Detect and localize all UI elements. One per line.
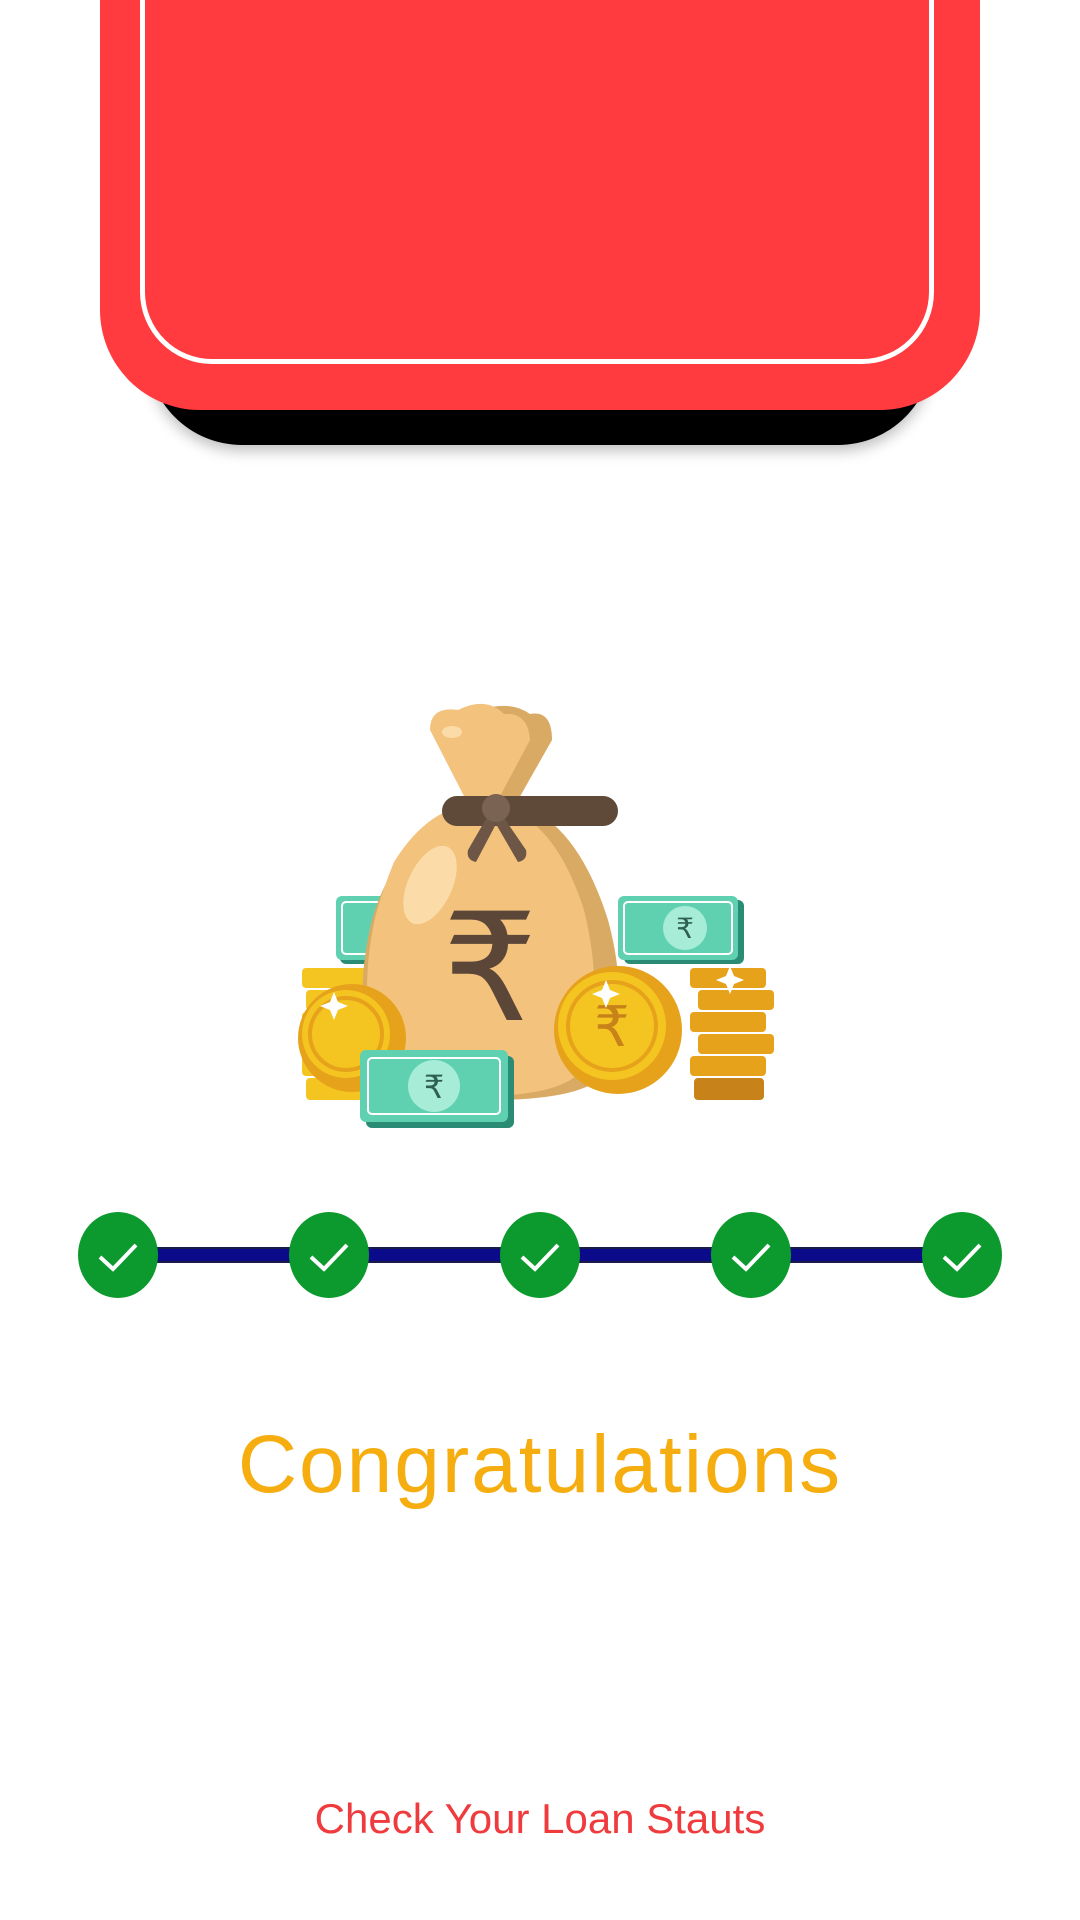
check-icon xyxy=(78,1212,158,1298)
congratulations-title: Congratulations xyxy=(237,1419,843,1510)
check-icon xyxy=(711,1212,791,1298)
svg-text:₹: ₹ xyxy=(424,1068,444,1106)
check-icon xyxy=(500,1212,580,1298)
header-card xyxy=(100,0,980,410)
coin-right: ₹ xyxy=(554,966,682,1094)
svg-text:₹: ₹ xyxy=(442,882,537,1056)
svg-text:₹: ₹ xyxy=(594,995,630,1060)
check-icon xyxy=(289,1212,369,1298)
step-3-completed xyxy=(500,1212,580,1298)
step-5-completed xyxy=(922,1212,1002,1298)
banknote-front: ₹ xyxy=(360,1050,514,1128)
banknote-right-back: ₹ xyxy=(618,896,744,964)
progress-stepper xyxy=(78,1212,1002,1298)
step-2-completed xyxy=(289,1212,369,1298)
step-4-completed xyxy=(711,1212,791,1298)
svg-text:₹: ₹ xyxy=(676,912,694,945)
check-loan-status-link[interactable]: Check Your Loan Stauts xyxy=(0,1795,1080,1843)
check-icon xyxy=(922,1212,1002,1298)
header-card-inner-border xyxy=(140,0,934,364)
money-bag-rupee-icon: ₹ ₹ ₹ ₹ xyxy=(290,700,790,1130)
step-1-completed xyxy=(78,1212,158,1298)
